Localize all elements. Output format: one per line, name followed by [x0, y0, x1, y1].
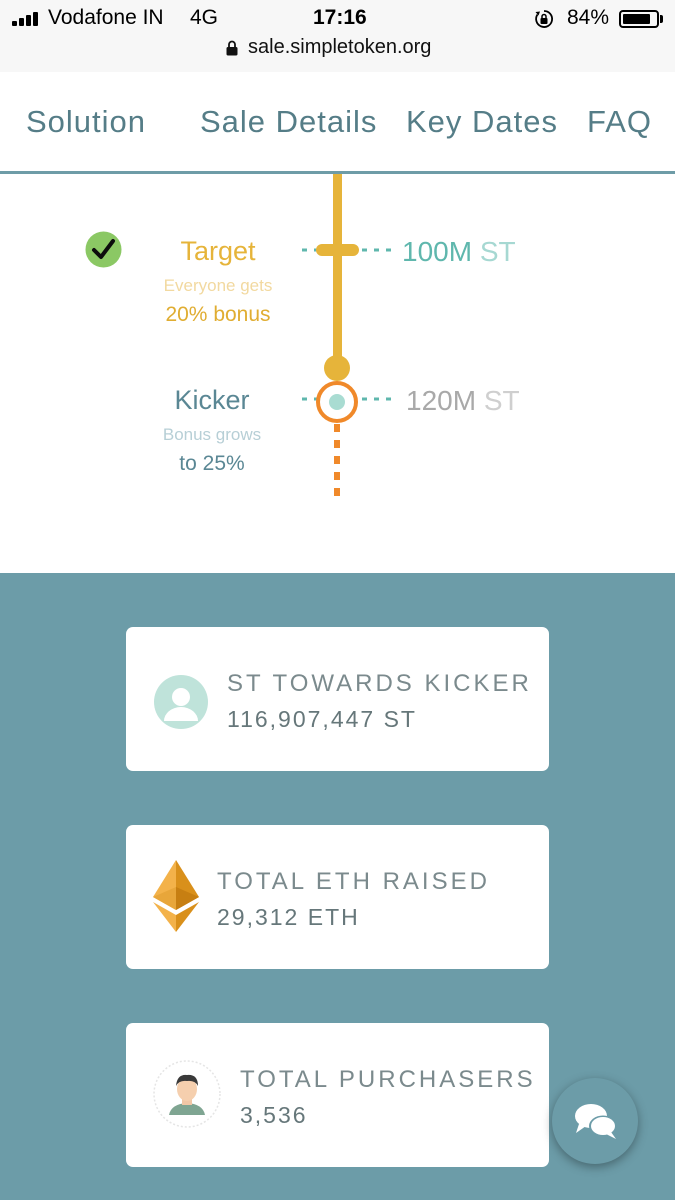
- stat-value: 3,536: [240, 1102, 308, 1128]
- nav-item-key-dates[interactable]: Key Dates: [406, 104, 558, 140]
- network-type: 4G: [190, 6, 219, 29]
- battery-tip: [660, 15, 663, 23]
- chat-bubbles-icon: [575, 1104, 617, 1139]
- chat-button[interactable]: [552, 1078, 638, 1164]
- target-amount: 100M ST: [402, 236, 516, 268]
- kicker-bonus: to 25%: [179, 452, 245, 475]
- target-amount-unit: ST: [479, 236, 516, 267]
- stat-value: 29,312 ETH: [217, 904, 360, 930]
- rotation-lock-icon: [535, 10, 553, 28]
- target-bonus: 20% bonus: [165, 303, 271, 326]
- check-icon: [85, 231, 122, 268]
- stat-card-total-eth-raised: TOTAL ETH RAISED 29,312 ETH: [126, 825, 549, 969]
- battery-level-fill: [623, 14, 650, 24]
- kicker-description: Bonus grows: [162, 425, 262, 444]
- nav-item-solution[interactable]: Solution: [26, 104, 146, 140]
- kicker-amount-unit: ST: [483, 385, 520, 416]
- target-description: Everyone gets: [163, 276, 273, 295]
- stat-card-total-purchasers: TOTAL PURCHASERS 3,536: [126, 1023, 549, 1167]
- target-amount-value: 100M: [402, 236, 473, 267]
- kicker-marker-center: [329, 394, 345, 410]
- secure-lock-icon: [226, 40, 238, 56]
- status-bar: Vodafone IN 4G 17:16 84% sale.simpletoke…: [0, 0, 675, 73]
- person-avatar-icon: [153, 1060, 221, 1128]
- ethereum-icon: [153, 860, 199, 932]
- battery-percent: 84%: [567, 6, 610, 29]
- user-circle-icon: [154, 675, 208, 729]
- progress-line-filled: [333, 174, 342, 374]
- url-bar[interactable]: sale.simpletoken.org: [248, 36, 431, 59]
- target-label: Target: [180, 236, 256, 266]
- nav-item-sale-details[interactable]: Sale Details: [200, 104, 377, 140]
- target-marker: [316, 244, 359, 256]
- kicker-label: Kicker: [174, 385, 250, 415]
- kicker-amount-value: 120M: [406, 385, 477, 416]
- nav-item-faq[interactable]: FAQ: [587, 104, 652, 140]
- stat-value: 116,907,447 ST: [227, 706, 417, 732]
- signal-strength-icon: [12, 12, 44, 26]
- carrier-name: Vodafone IN: [48, 6, 164, 29]
- top-navigation: Solution Sale Details Key Dates FAQ: [0, 72, 675, 174]
- stat-card-st-towards-kicker: ST TOWARDS KICKER 116,907,447 ST: [126, 627, 549, 771]
- status-time: 17:16: [313, 6, 367, 29]
- stat-title: TOTAL ETH RAISED: [217, 868, 490, 895]
- battery-icon: [619, 10, 659, 28]
- stat-title: TOTAL PURCHASERS: [240, 1066, 536, 1093]
- stat-title: ST TOWARDS KICKER: [227, 670, 532, 697]
- kicker-amount: 120M ST: [406, 385, 520, 417]
- current-progress-dot: [324, 355, 350, 381]
